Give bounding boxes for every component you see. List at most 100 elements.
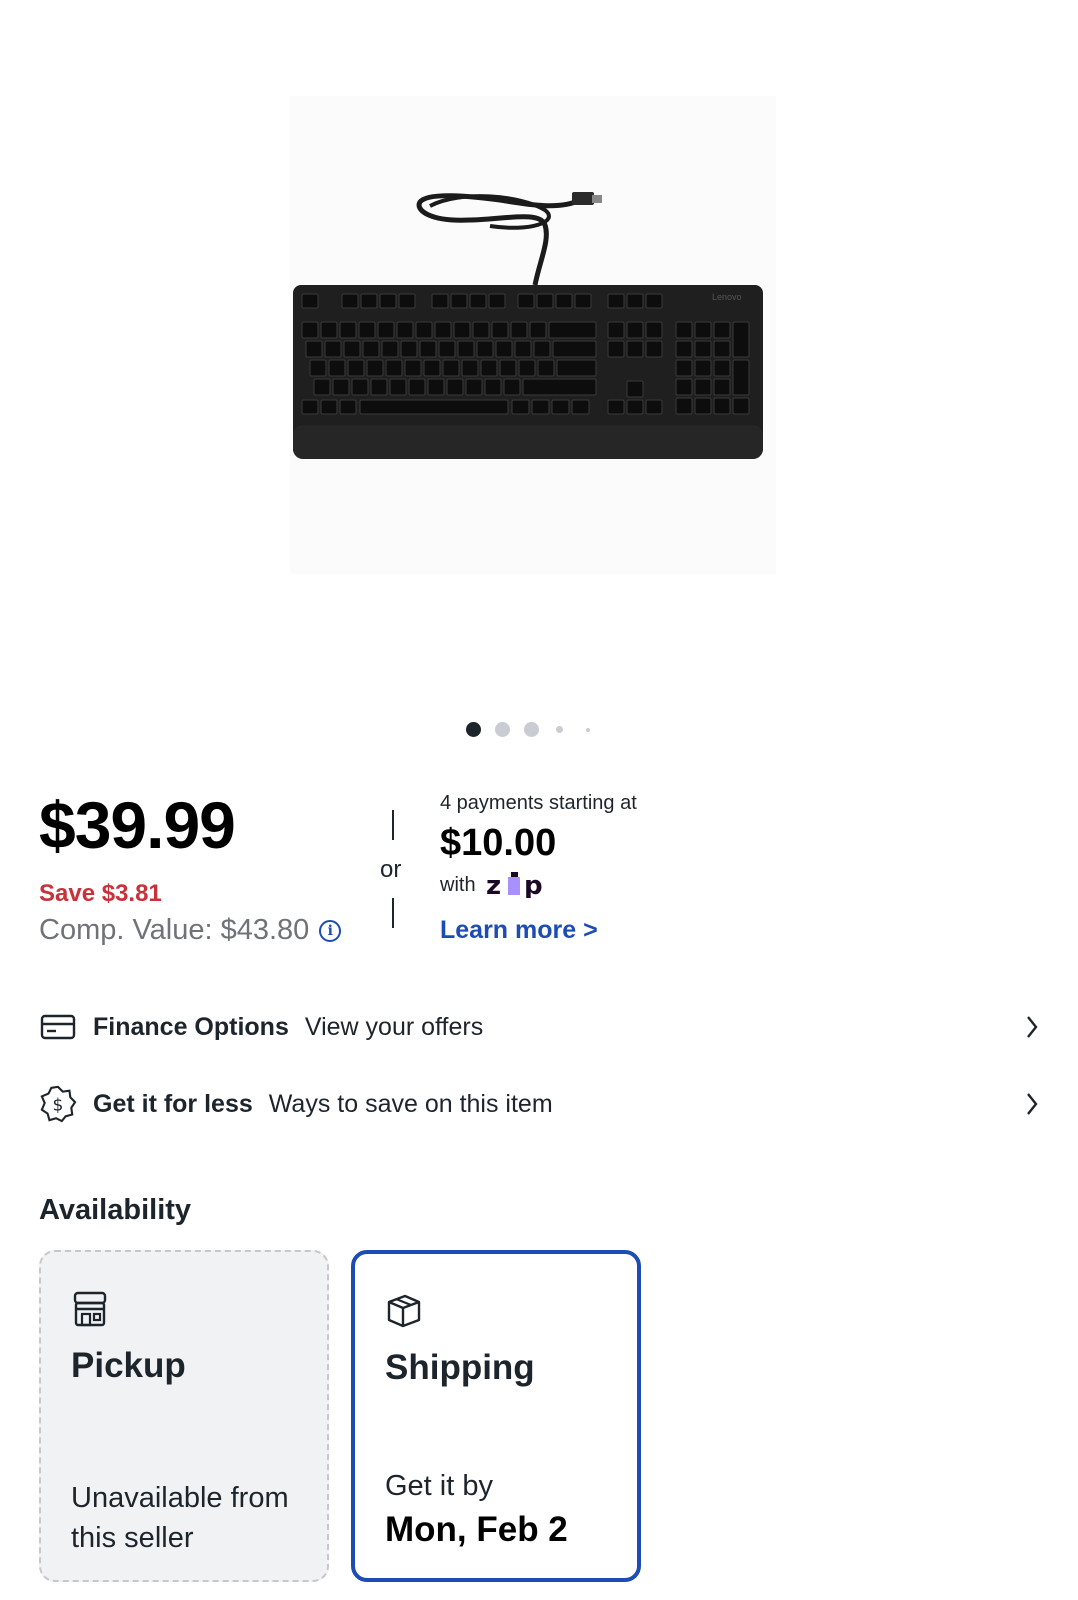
keyboard-key	[626, 399, 644, 415]
keyboard-key	[499, 359, 517, 377]
keyboard-key	[476, 340, 494, 358]
info-icon[interactable]: i	[319, 919, 342, 942]
keyboard-key	[495, 340, 513, 358]
divider	[392, 898, 394, 928]
keyboard-key	[324, 340, 342, 358]
keyboard-key	[626, 293, 644, 309]
get-it-for-less-subtitle: Ways to save on this item	[268, 1089, 553, 1118]
keyboard-key	[536, 293, 554, 309]
keyboard-key	[732, 321, 750, 358]
keyboard-key	[607, 340, 625, 358]
keyboard-key	[442, 359, 460, 377]
carousel-dot-3[interactable]	[524, 722, 539, 737]
pickup-status: Unavailable from this seller	[71, 1482, 289, 1554]
keyboard-key	[389, 378, 407, 396]
pickup-option-card[interactable]: Pickup Unavailable from this seller	[39, 1250, 329, 1582]
keyboard-key	[484, 378, 502, 396]
keyboard-key	[341, 293, 359, 309]
keyboard-key	[548, 321, 597, 339]
package-icon	[385, 1292, 423, 1333]
keyboard-key	[713, 321, 731, 339]
keyboard-key	[607, 321, 625, 339]
keyboard-key	[457, 340, 475, 358]
keyboard-key	[453, 321, 471, 339]
keyboard-key	[431, 293, 449, 309]
shipping-eta-label: Get it by	[385, 1470, 493, 1502]
keyboard-key	[404, 359, 422, 377]
keyboard-key	[518, 359, 536, 377]
keyboard-key	[511, 399, 530, 415]
keyboard-key	[571, 399, 590, 415]
keyboard-key	[713, 397, 731, 415]
shipping-option-card[interactable]: Shipping Get it by Mon, Feb 2	[351, 1250, 641, 1582]
divider	[392, 810, 394, 840]
keyboard-key	[607, 399, 625, 415]
keyboard-key	[732, 359, 750, 396]
finance-options-subtitle: View your offers	[304, 1012, 484, 1041]
keyboard-key	[551, 399, 570, 415]
keyboard-key	[675, 359, 693, 377]
keyboard-key	[645, 293, 663, 309]
keyboard-key	[427, 378, 445, 396]
keyboard-key	[472, 321, 490, 339]
keyboard-key	[555, 293, 573, 309]
keyboard-key	[339, 321, 357, 339]
keyboard-key	[522, 378, 597, 396]
keyboard-key	[694, 397, 712, 415]
keyboard-key	[400, 340, 418, 358]
keyboard-image: Lenovo	[293, 192, 763, 459]
keyboard-key	[514, 340, 532, 358]
keyboard-key	[713, 378, 731, 396]
comp-value-label: Comp. Value: $43.80	[39, 914, 310, 946]
keyboard-key	[446, 378, 464, 396]
or-separator: or	[380, 856, 402, 883]
keyboard-key	[360, 293, 378, 309]
keyboard-key	[713, 359, 731, 377]
keyboard-key	[408, 378, 426, 396]
svg-text:$: $	[53, 1096, 64, 1116]
keyboard-key	[645, 399, 663, 415]
dollar-badge-icon: $	[39, 1085, 77, 1123]
carousel-dot-2[interactable]	[495, 722, 510, 737]
keyboard-key	[694, 340, 712, 358]
finance-options-title: Finance Options	[93, 1012, 289, 1041]
learn-more-link[interactable]: Learn more >	[440, 916, 598, 945]
keyboard-key	[385, 359, 403, 377]
keyboard-key	[626, 340, 644, 358]
keyboard-key	[309, 359, 327, 377]
keyboard-key	[305, 340, 323, 358]
keyboard-key	[465, 378, 483, 396]
svg-text:z: z	[486, 872, 501, 898]
keyboard-key	[529, 321, 547, 339]
product-image-area[interactable]: Lenovo	[0, 0, 1078, 690]
keyboard-key	[645, 340, 663, 358]
keyboard-key	[732, 397, 750, 415]
keyboard-key	[675, 321, 693, 339]
svg-text:p: p	[524, 872, 543, 898]
keyboard-key	[301, 399, 319, 415]
keyboard-key	[377, 321, 395, 339]
shipping-eta-date: Mon, Feb 2	[385, 1510, 568, 1549]
carousel-indicator[interactable]	[0, 722, 1078, 738]
keyboard-key	[450, 293, 468, 309]
keyboard-key	[675, 378, 693, 396]
zip-payments-text: 4 payments starting at	[440, 792, 637, 814]
finance-options-row[interactable]: Finance Options View your offers	[39, 1002, 1039, 1052]
keyboard-key	[517, 293, 535, 309]
zip-with-text: with	[440, 873, 476, 896]
keyboard-key	[438, 340, 456, 358]
keyboard-key	[694, 378, 712, 396]
keyboard-key	[396, 321, 414, 339]
carousel-dot-4[interactable]	[556, 726, 563, 733]
keyboard-brand-text: Lenovo	[712, 292, 742, 302]
get-it-for-less-row[interactable]: $ Get it for less Ways to save on this i…	[39, 1079, 1039, 1129]
carousel-dot-5[interactable]	[586, 728, 590, 732]
comp-value: Comp. Value: $43.80 i	[39, 914, 342, 947]
carousel-dot-1[interactable]	[466, 722, 481, 737]
keyboard-key	[320, 321, 338, 339]
keyboard-key	[626, 380, 644, 398]
keyboard-key	[332, 378, 350, 396]
zip-with-line: with z p	[440, 872, 552, 898]
keyboard-key	[574, 293, 592, 309]
keyboard-key	[398, 293, 416, 309]
